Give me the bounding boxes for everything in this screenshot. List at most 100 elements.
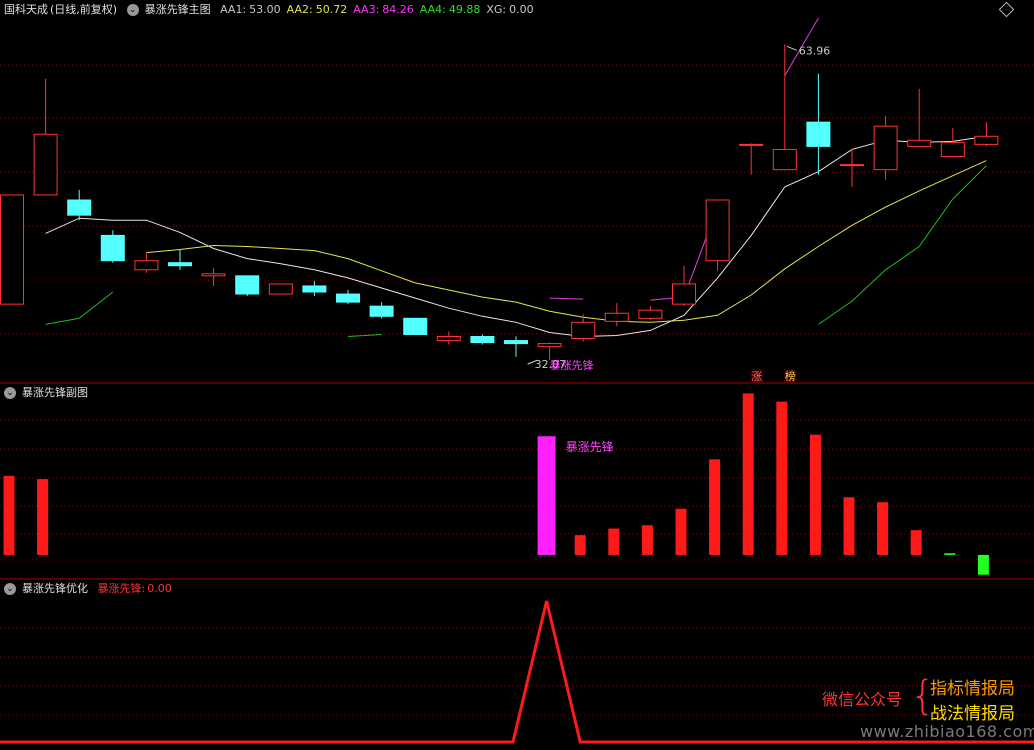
chevron-down-icon[interactable]: ⌄ — [126, 4, 139, 16]
indicator-name-main[interactable]: 暴涨先锋主图 — [145, 3, 211, 16]
signal-label-sub1: 暴涨先锋 — [566, 439, 614, 454]
candle-body — [638, 309, 663, 319]
candle-body — [268, 283, 293, 295]
candle-body — [168, 262, 192, 267]
candle-down — [369, 302, 394, 319]
candle-body — [336, 293, 360, 303]
ma-line-green — [347, 334, 382, 337]
candle-down — [302, 280, 327, 297]
indicator-field: AA2: 50.72 — [287, 3, 348, 16]
candle-body — [369, 305, 394, 317]
candle-body — [571, 321, 596, 340]
candle-body — [302, 285, 327, 293]
sub-panel2-header: ⌄ 暴涨先锋优化 暴涨先锋: 0.00 — [4, 581, 178, 597]
sub1-bar — [742, 393, 754, 555]
indicator-field-value: 84.26 — [382, 3, 414, 16]
signal-label-main: 暴涨先锋 — [550, 359, 594, 372]
sub1-bar — [675, 508, 687, 555]
watermark-name2: 战法情报局 — [930, 704, 1015, 724]
candle-down — [67, 189, 92, 221]
candle-body — [403, 317, 428, 335]
sub1-bar — [608, 528, 620, 555]
candle-up — [873, 116, 898, 180]
sub1-bar — [776, 401, 788, 555]
candle-up — [772, 44, 797, 171]
sub1-bar — [977, 554, 989, 575]
candle-body — [907, 139, 932, 147]
candle-up — [940, 128, 965, 158]
candle-up — [268, 283, 293, 295]
indicator-field-value: 50.72 — [315, 3, 348, 16]
sub1-bar — [944, 553, 956, 555]
candle-up — [436, 331, 461, 345]
period-label[interactable]: (日线,前复权) — [50, 3, 117, 16]
candle-up — [739, 143, 764, 175]
candle-down — [470, 334, 495, 345]
sub1-bar — [3, 475, 15, 555]
main-panel-header: 国科天成 (日线,前复权) ⌄ 暴涨先锋主图 AA1: 53.00 AA2: 50.72 A… — [4, 2, 546, 18]
candle-down — [336, 289, 360, 305]
ma-line-green — [818, 165, 987, 325]
candle-body — [504, 340, 528, 345]
chevron-down-icon[interactable]: ⌄ — [4, 583, 16, 595]
candle-up — [974, 122, 999, 147]
candle-down — [504, 336, 528, 357]
candle-body — [873, 125, 898, 171]
candle-up — [705, 199, 730, 271]
candle-up — [638, 306, 663, 321]
indicator-field-value: 0.00 — [509, 3, 534, 16]
chart-canvas[interactable]: 63.9632.07暴涨先锋涨 榜暴涨先锋 — [0, 0, 1034, 750]
tag-bang: 榜 — [785, 369, 796, 383]
sub1-bar — [37, 479, 49, 555]
candle-body — [201, 273, 226, 277]
high-mark-pointer — [786, 45, 797, 51]
watermark-name1: 指标情报局 — [930, 679, 1015, 699]
stock-name[interactable]: 国科天成 — [4, 3, 48, 16]
candle-body — [974, 135, 999, 145]
sub1-bar — [877, 502, 889, 555]
watermark-url: www.zhibiao168.com — [860, 722, 1034, 741]
indicator-name-sub2[interactable]: 暴涨先锋优化 — [22, 582, 88, 595]
indicator-values: AA1: 53.00 AA2: 50.72 AA3: 84.26 AA4: 49.88 XG: 0… — [220, 3, 540, 16]
indicator-field: AA3: 84.26 — [353, 3, 414, 16]
sub1-bar — [574, 535, 586, 555]
indicator-field-label: XG: — [486, 3, 507, 16]
candle-body — [672, 283, 696, 305]
candle-body — [806, 121, 831, 147]
indicator-field-label: AA4: — [419, 3, 446, 16]
tag-zhang: 涨 — [751, 370, 762, 383]
sub2-field-value: 0.00 — [147, 582, 172, 595]
candle-body — [67, 199, 92, 216]
high-mark-label: 63.96 — [799, 44, 831, 57]
candle-body — [739, 143, 764, 146]
candle-up — [134, 252, 159, 273]
ma-line-yellow — [146, 160, 987, 323]
candle-body — [0, 194, 24, 305]
candle-body — [940, 141, 965, 158]
indicator-name-sub1[interactable]: 暴涨先锋副图 — [22, 386, 88, 399]
indicator-field-label: AA3: — [353, 3, 380, 16]
candle-body — [604, 312, 629, 322]
sub1-bar — [843, 497, 855, 555]
indicator-field-value: 49.88 — [448, 3, 481, 16]
candle-down — [235, 275, 260, 297]
candle-body — [840, 164, 864, 167]
candle-down — [403, 317, 428, 335]
candle-body — [470, 336, 495, 344]
sub1-bar — [910, 530, 922, 555]
candle-up — [0, 194, 24, 305]
candle-body — [33, 133, 58, 196]
candle-down — [806, 73, 831, 175]
candle-up — [33, 78, 58, 196]
chevron-down-icon[interactable]: ⌄ — [4, 387, 16, 399]
sub1-bar — [809, 434, 821, 555]
candle-body — [100, 234, 125, 262]
ma-line-magenta — [549, 297, 584, 300]
candle-body — [772, 148, 797, 171]
candle-up — [201, 267, 226, 286]
sub2-field-label: 暴涨先锋: — [97, 582, 146, 595]
indicator-field-label: AA1: — [220, 3, 247, 16]
indicator-field: AA1: 53.00 — [220, 3, 281, 16]
indicator-field-value: 53.00 — [249, 3, 281, 16]
candle-body — [537, 343, 562, 348]
